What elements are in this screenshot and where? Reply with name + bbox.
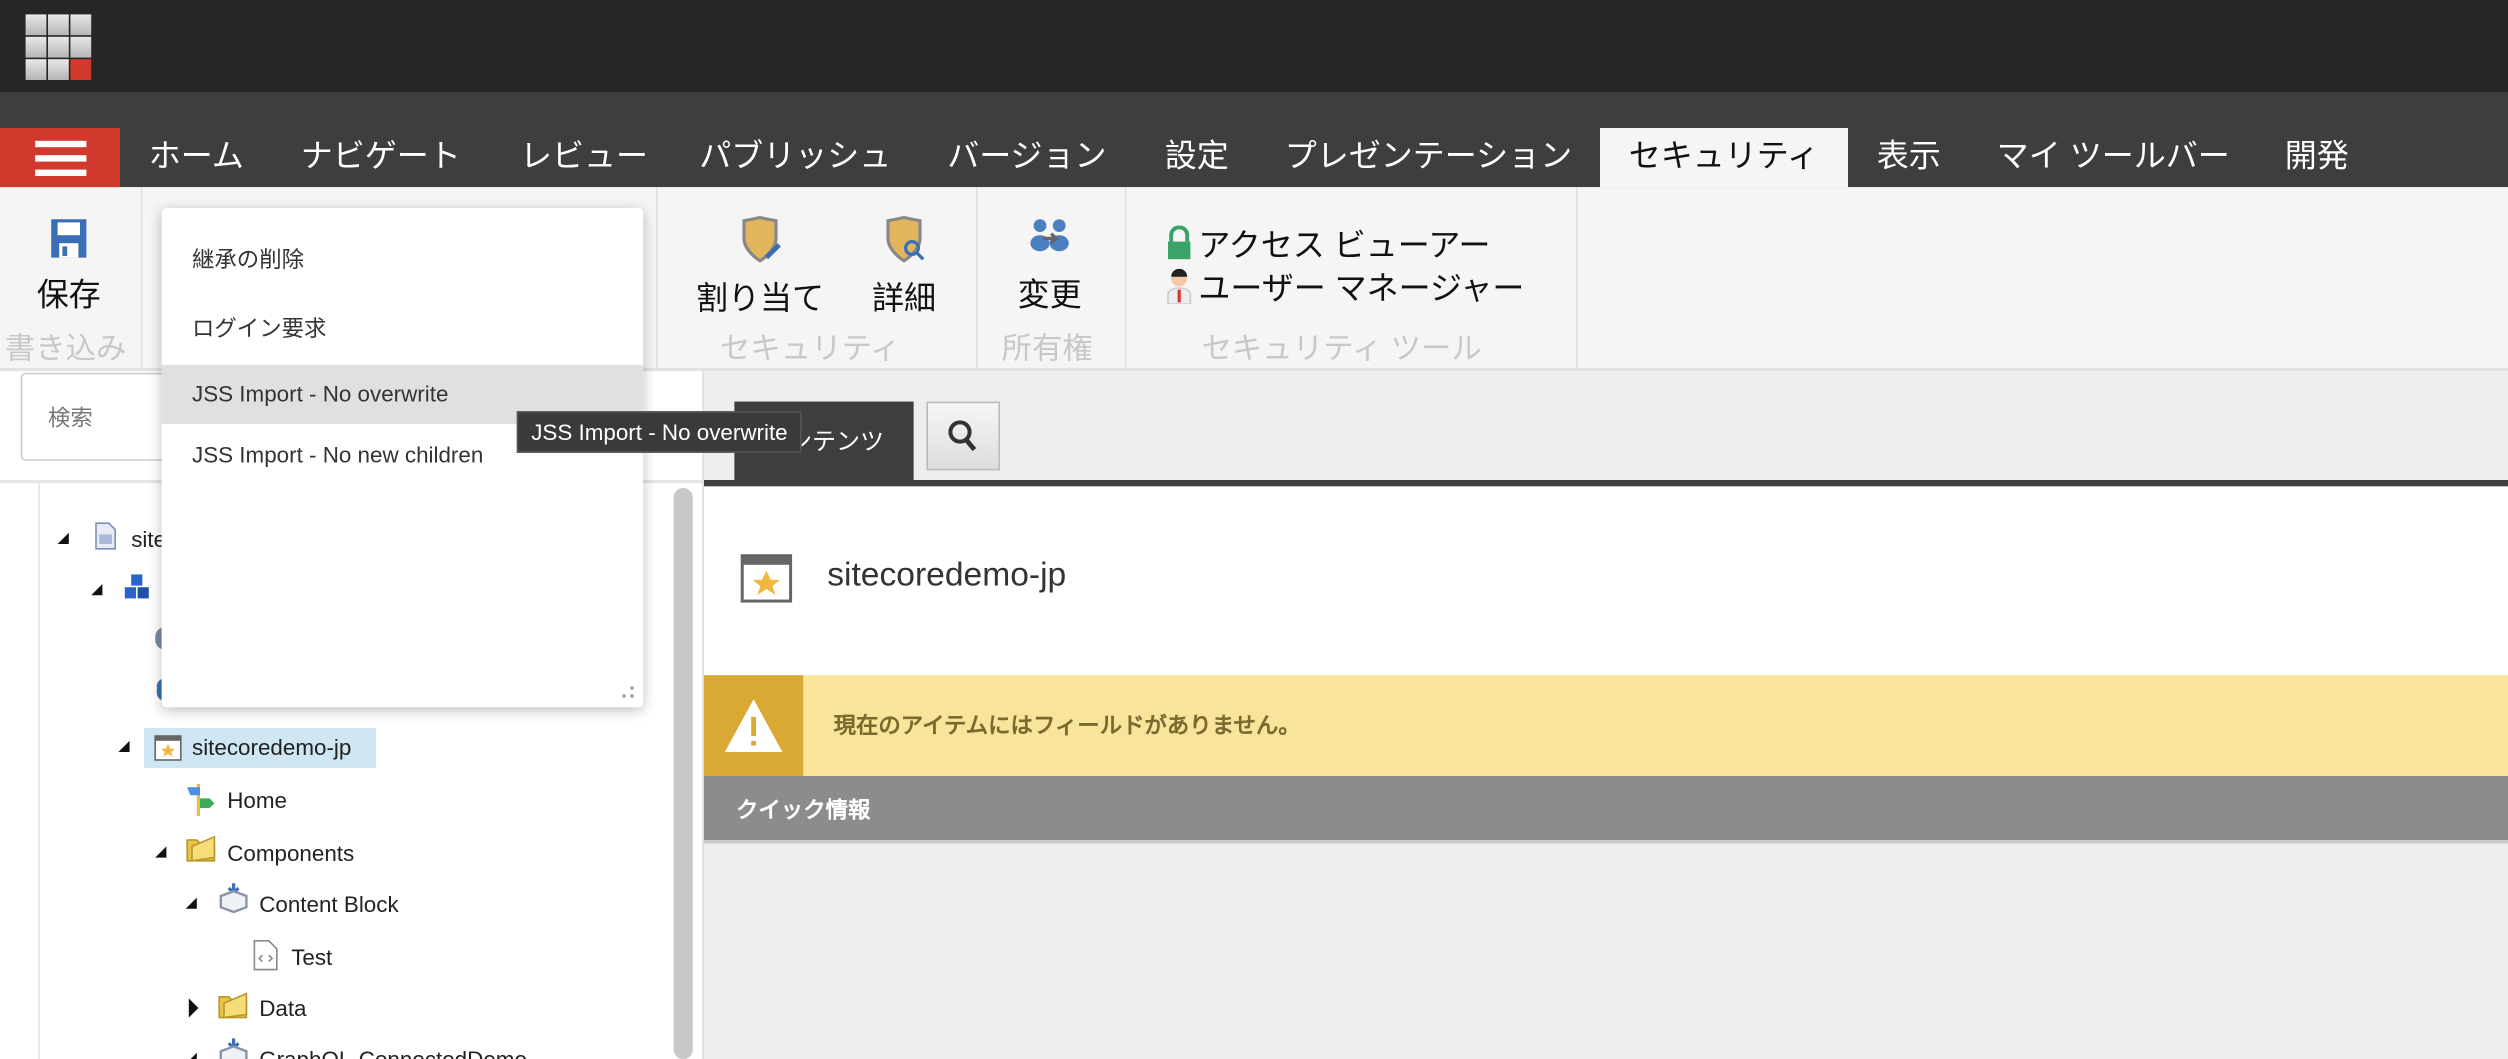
tree-node-label[interactable]: Components <box>227 835 354 870</box>
collapse-arrow-icon[interactable] <box>185 1052 197 1059</box>
collapse-arrow-icon[interactable] <box>91 584 103 596</box>
app-launcher-icon[interactable] <box>25 14 92 80</box>
tooltip: JSS Import - No overwrite <box>516 411 803 453</box>
content-editor: ホーム ナビゲート レビュー パブリッシュ バージョン 設定 プレゼンテーション… <box>0 0 2508 1059</box>
access-viewer-label: アクセス ビューアー <box>1198 228 1491 264</box>
tree-node-label[interactable]: Data <box>259 990 306 1025</box>
search-icon <box>948 419 977 451</box>
tab-navigate[interactable]: ナビゲート <box>301 128 461 187</box>
tab-developer[interactable]: 開発 <box>2285 128 2349 187</box>
menu-item-require-login[interactable]: ログイン要求 <box>162 299 644 358</box>
tree-scrollbar[interactable] <box>673 488 693 1059</box>
tab-view[interactable]: 表示 <box>1877 128 1941 187</box>
collapse-arrow-icon[interactable] <box>118 740 130 752</box>
top-bar <box>0 0 2508 93</box>
save-button[interactable]: 保存 <box>35 216 102 315</box>
tab-my-toolbar[interactable]: マイ ツールバー <box>1997 128 2230 187</box>
assign-label: 割り当て <box>696 281 824 317</box>
collapse-arrow-icon[interactable] <box>155 846 167 858</box>
home-signpost-icon <box>187 784 215 816</box>
item-title: sitecoredemo-jp <box>827 556 1067 594</box>
user-manager-label: ユーザー マネージャー <box>1198 272 1525 308</box>
quick-info-section[interactable]: クイック情報 <box>704 776 2508 844</box>
details-button[interactable]: 詳細 <box>869 215 939 318</box>
code-file-icon <box>253 940 278 971</box>
search-button[interactable] <box>926 401 1000 471</box>
website-icon <box>154 735 182 761</box>
component-box-icon <box>219 883 248 914</box>
divider <box>1124 187 1127 368</box>
shield-search-icon <box>886 215 925 263</box>
cubes-icon <box>124 574 149 599</box>
tab-presentation[interactable]: プレゼンテーション <box>1285 128 1572 187</box>
group-label-write: 書き込み <box>4 332 127 367</box>
user-manager-button[interactable]: ユーザー マネージャー <box>1166 262 1524 308</box>
dropdown-menu: 継承の削除 ログイン要求 JSS Import - No overwrite J… <box>161 208 644 708</box>
hamburger-menu-icon[interactable] <box>0 128 120 188</box>
divider <box>1576 187 1578 368</box>
resize-grip-icon[interactable] <box>622 686 635 699</box>
shield-edit-icon <box>742 215 781 263</box>
folder-icon <box>218 992 248 1019</box>
group-label-security-tools: セキュリティ ツール <box>1201 332 1482 367</box>
change-label: 変更 <box>1017 278 1082 314</box>
tree-node-label[interactable]: GraphQL-ConnectedDemo <box>259 1042 527 1059</box>
access-viewer-button[interactable]: アクセス ビューアー <box>1166 219 1491 265</box>
tab-configure[interactable]: 設定 <box>1165 128 1229 187</box>
assign-button[interactable]: 割り当て <box>696 215 824 318</box>
component-box-icon <box>219 1038 248 1059</box>
users-change-icon <box>1030 219 1069 252</box>
folder-icon <box>186 835 216 862</box>
floppy-disk-icon <box>51 219 87 258</box>
collapse-arrow-icon[interactable] <box>57 532 69 544</box>
expand-arrow-icon[interactable] <box>188 998 199 1018</box>
tab-versions[interactable]: バージョン <box>947 128 1106 187</box>
website-icon <box>740 554 793 603</box>
divider <box>976 187 978 368</box>
divider <box>38 483 40 1059</box>
group-label-security: セキュリティ <box>720 332 901 367</box>
divider <box>140 187 143 368</box>
tab-home[interactable]: ホーム <box>149 128 244 187</box>
tab-security[interactable]: セキュリティ <box>1600 128 1848 188</box>
change-owner-button[interactable]: 変更 <box>1014 216 1084 315</box>
lock-icon <box>1168 224 1191 259</box>
tree-node-label[interactable]: Test <box>291 939 332 974</box>
tree-node-label[interactable]: Content Block <box>259 886 398 921</box>
group-label-ownership: 所有権 <box>1001 332 1093 367</box>
menu-item-remove-inheritance[interactable]: 継承の削除 <box>162 230 644 289</box>
tree-node-label[interactable]: Home <box>227 782 287 817</box>
user-icon <box>1167 268 1192 304</box>
warning-text: 現在のアイテムにはフィールドがありません。 <box>833 712 1301 738</box>
collapse-arrow-icon[interactable] <box>185 897 197 909</box>
warning-icon <box>704 675 804 776</box>
tab-publish[interactable]: パブリッシュ <box>699 128 891 187</box>
tree-node-label[interactable]: sitecoredemo-jp <box>192 730 351 765</box>
details-label: 詳細 <box>872 281 936 317</box>
tab-review[interactable]: レビュー <box>520 128 648 187</box>
document-icon <box>95 522 117 550</box>
save-label: 保存 <box>36 278 101 314</box>
divider <box>656 187 658 368</box>
